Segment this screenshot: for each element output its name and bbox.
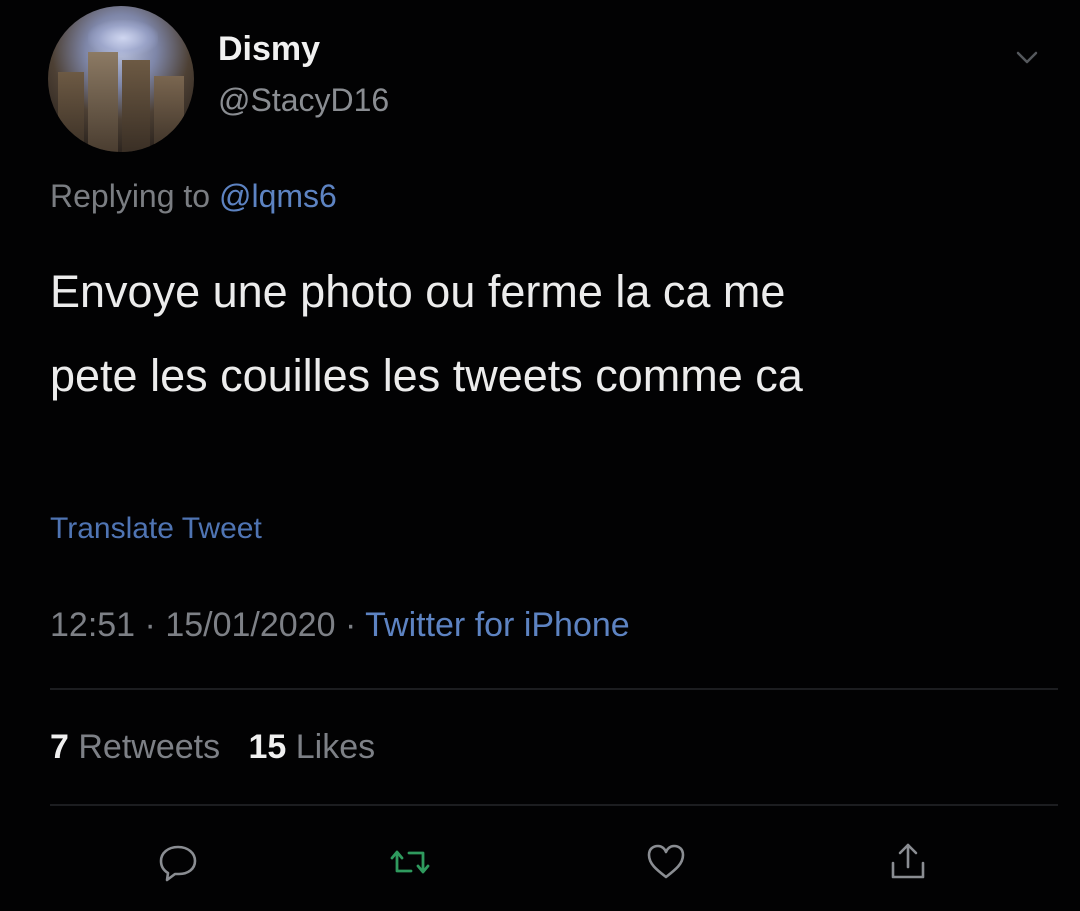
avatar-building bbox=[154, 76, 184, 152]
retweet-icon bbox=[387, 839, 433, 890]
avatar[interactable] bbox=[48, 6, 194, 152]
share-icon bbox=[885, 839, 931, 890]
chevron-down-icon[interactable] bbox=[1012, 42, 1042, 72]
meta-separator: · bbox=[344, 606, 357, 644]
tweet-time: 12:51 bbox=[50, 606, 136, 644]
retweets-label: Retweets bbox=[78, 728, 221, 766]
likes-stat[interactable]: 15 Likes bbox=[248, 728, 375, 766]
share-button[interactable] bbox=[882, 838, 934, 890]
tweet-stats: 7 Retweets 15 Likes bbox=[50, 728, 375, 767]
tweet-date: 15/01/2020 bbox=[165, 606, 336, 644]
reply-button[interactable] bbox=[152, 838, 204, 890]
tweet-meta: 12:51 · 15/01/2020 · Twitter for iPhone bbox=[50, 606, 630, 645]
tweet-text-line: Envoye une photo ou ferme la ca me bbox=[50, 266, 786, 317]
avatar-building bbox=[122, 60, 150, 152]
avatar-building bbox=[58, 72, 84, 152]
translate-tweet-link[interactable]: Translate Tweet bbox=[50, 512, 262, 546]
meta-separator: · bbox=[144, 606, 156, 644]
divider bbox=[50, 688, 1058, 690]
replying-to-label: Replying to bbox=[50, 178, 211, 214]
likes-count: 15 bbox=[248, 728, 287, 766]
likes-label: Likes bbox=[295, 728, 376, 766]
avatar-sky bbox=[88, 20, 158, 56]
retweets-count: 7 bbox=[50, 728, 69, 766]
replying-to: Replying to @lqms6 bbox=[50, 178, 337, 215]
like-button[interactable] bbox=[640, 838, 692, 890]
retweets-stat[interactable]: 7 Retweets bbox=[50, 728, 230, 766]
user-handle[interactable]: @StacyD16 bbox=[218, 82, 389, 119]
retweet-button[interactable] bbox=[384, 838, 436, 890]
tweet-detail-screen: Dismy @StacyD16 Replying to @lqms6 Envoy… bbox=[0, 0, 1080, 911]
tweet-text-line: pete les couilles les tweets comme ca bbox=[50, 350, 803, 401]
avatar-building bbox=[88, 52, 118, 152]
display-name[interactable]: Dismy bbox=[218, 30, 320, 69]
reply-icon bbox=[155, 839, 201, 890]
heart-icon bbox=[643, 839, 689, 890]
divider bbox=[50, 804, 1058, 806]
tweet-source-link[interactable]: Twitter for iPhone bbox=[365, 606, 630, 644]
reply-mention-link[interactable]: @lqms6 bbox=[219, 178, 337, 214]
tweet-text: Envoye une photo ou ferme la ca me pete … bbox=[50, 250, 1040, 418]
